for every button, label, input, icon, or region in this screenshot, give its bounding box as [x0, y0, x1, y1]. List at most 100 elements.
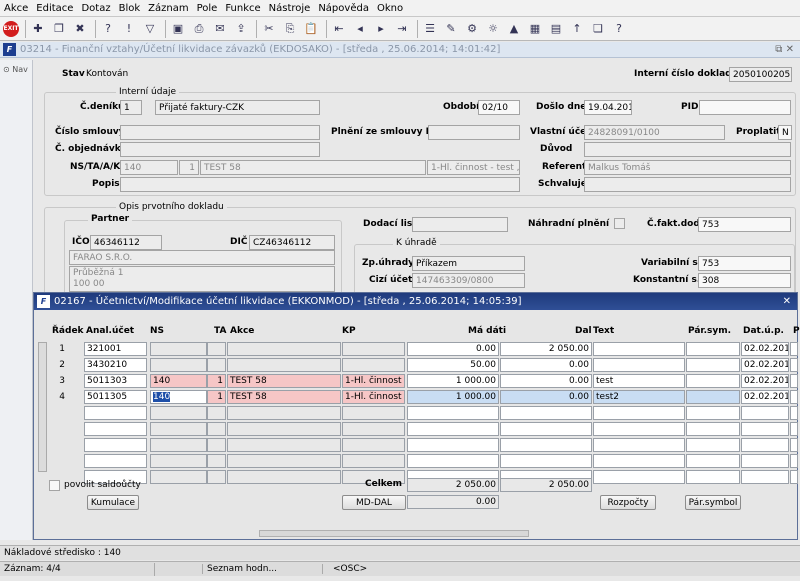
grid-cell-akce[interactable] — [227, 358, 341, 372]
menu-funkce[interactable]: Funkce — [221, 3, 264, 14]
grid-cell-md[interactable]: 1 000.00 — [407, 374, 499, 388]
grid-cell-ns[interactable]: 140… — [150, 390, 218, 404]
grid-cell-text[interactable]: test — [593, 374, 685, 388]
vs-field[interactable]: 753 — [698, 256, 791, 271]
grid-cell-kp[interactable] — [342, 454, 405, 468]
cdeniku-field[interactable]: 1 — [120, 100, 142, 115]
first-record-icon[interactable]: ⇤ — [330, 20, 348, 38]
help-icon[interactable]: ? — [610, 20, 628, 38]
execute-query-icon[interactable]: ! — [120, 20, 138, 38]
menu-editace[interactable]: Editace — [32, 3, 77, 14]
grid-cell-pp[interactable] — [790, 374, 798, 388]
arrow-up-icon[interactable]: ↑ — [568, 20, 586, 38]
grid-cell-pp[interactable] — [790, 342, 798, 356]
cobj-field[interactable] — [120, 142, 320, 157]
schvaluje-field[interactable] — [584, 177, 791, 192]
ks-field[interactable]: 308 — [698, 273, 791, 288]
dodaci-field[interactable] — [412, 217, 508, 232]
grid-cell-dal[interactable]: 0.00 — [500, 390, 592, 404]
close-icon[interactable]: ✕ — [783, 296, 791, 307]
grid-cell-md[interactable] — [407, 454, 499, 468]
grid-cell-ta[interactable] — [207, 454, 226, 468]
grid-cell-ns[interactable] — [150, 406, 207, 420]
grid-cell-ucet[interactable] — [84, 422, 147, 436]
grid-cell-pp[interactable] — [790, 390, 798, 404]
menu-pole[interactable]: Pole — [193, 3, 222, 14]
parsymbol-button[interactable]: Pár.symbol — [685, 495, 741, 510]
povolit-checkbox[interactable] — [49, 480, 60, 491]
grid-cell-ta[interactable]: 1 — [207, 374, 226, 388]
grid-cell-ucet[interactable]: 3430210 — [84, 358, 147, 372]
mail-icon[interactable]: ✉ — [211, 20, 229, 38]
grid-cell-ucet[interactable]: 5011305 — [84, 390, 147, 404]
ta-field[interactable]: 1 — [179, 160, 199, 175]
grid-cell-pp[interactable] — [790, 438, 798, 452]
mddal-button[interactable]: MD-DAL — [342, 495, 406, 510]
grid-cell-par[interactable] — [686, 406, 740, 420]
grid-cell-dat[interactable] — [741, 470, 789, 484]
kp-field[interactable]: 1-Hl. činnost - test , bbb — [427, 160, 520, 175]
interni-cislo-field[interactable]: 2050100205 — [729, 67, 792, 82]
obdobi-field[interactable]: 02/10 — [478, 100, 520, 115]
grid-cell-par[interactable] — [686, 454, 740, 468]
filter-icon[interactable]: ▽ — [141, 20, 159, 38]
duvod-field[interactable] — [584, 142, 791, 157]
grid-cell-ucet[interactable] — [84, 406, 147, 420]
grid-cell-text[interactable] — [593, 438, 685, 452]
grid-cell-dat[interactable]: 02.02.2010 — [741, 358, 789, 372]
grid-cell-akce[interactable]: TEST 58 — [227, 390, 341, 404]
grid-cell-pp[interactable] — [790, 470, 798, 484]
grid-cell-text[interactable] — [593, 422, 685, 436]
pid-field[interactable] — [699, 100, 791, 115]
grid-cell-text[interactable] — [593, 406, 685, 420]
grid-cell-dal[interactable]: 2 050.00 — [500, 342, 592, 356]
grid-cell-md[interactable] — [407, 422, 499, 436]
a-field[interactable]: TEST 58 — [200, 160, 426, 175]
grid-scrollbar[interactable] — [38, 342, 47, 472]
grid-cell-dat[interactable] — [741, 422, 789, 436]
last-record-icon[interactable]: ⇥ — [393, 20, 411, 38]
grid-cell-akce[interactable]: TEST 58 — [227, 374, 341, 388]
horizontal-scrollbar[interactable] — [259, 530, 529, 537]
menu-dotaz[interactable]: Dotaz — [77, 3, 114, 14]
grid-cell-par[interactable] — [686, 358, 740, 372]
plneni-field[interactable] — [428, 125, 520, 140]
grid-cell-dat[interactable] — [741, 438, 789, 452]
grid-cell-ta[interactable] — [207, 470, 226, 484]
grid-cell-md[interactable]: 0.00 — [407, 342, 499, 356]
grid-cell-dal[interactable] — [500, 422, 592, 436]
calendar-icon[interactable]: ▤ — [547, 20, 565, 38]
exit-icon[interactable]: EXIT — [3, 20, 19, 37]
grid-cell-ucet[interactable] — [84, 454, 147, 468]
firma-field[interactable]: FARAO S.R.O. — [69, 250, 335, 265]
grid-cell-ns[interactable] — [150, 470, 207, 484]
grid-cell-dal[interactable] — [500, 454, 592, 468]
triangle-icon[interactable]: ▲ — [505, 20, 523, 38]
grid-cell-text[interactable] — [593, 454, 685, 468]
doslo-field[interactable]: 19.04.2010 — [584, 100, 632, 115]
grid-cell-ucet[interactable]: 321001 — [84, 342, 147, 356]
next-record-icon[interactable]: ▸ — [372, 20, 390, 38]
grid-cell-akce[interactable] — [227, 342, 341, 356]
insert-record-icon[interactable]: ✚ — [29, 20, 47, 38]
export-icon[interactable]: ⇪ — [232, 20, 250, 38]
sun-icon[interactable]: ☼ — [484, 20, 502, 38]
copy-icon[interactable]: ⎘ — [281, 20, 299, 38]
grid-cell-text[interactable] — [593, 342, 685, 356]
menu-zaznam[interactable]: Záznam — [144, 3, 192, 14]
cdeniku-name-field[interactable]: Přijaté faktury-CZK — [155, 100, 320, 115]
grid-cell-md[interactable]: 1 000.00 — [407, 390, 499, 404]
grid-cell-dat[interactable]: 02.02.2010 — [741, 342, 789, 356]
menu-nastroje[interactable]: Nástroje — [265, 3, 315, 14]
grid-cell-par[interactable] — [686, 390, 740, 404]
grid-cell-kp[interactable] — [342, 342, 405, 356]
grid-cell-ta[interactable]: 1 — [207, 390, 226, 404]
grid-cell-kp[interactable] — [342, 406, 405, 420]
cizi-field[interactable]: 147463309/0800 — [412, 273, 525, 288]
cislo-smlouvy-field[interactable] — [120, 125, 320, 140]
calculator-icon[interactable]: ▦ — [526, 20, 544, 38]
grid-cell-ns[interactable] — [150, 342, 207, 356]
grid-cell-akce[interactable] — [227, 438, 341, 452]
delete-record-icon[interactable]: ✖ — [71, 20, 89, 38]
grid-cell-kp[interactable]: 1-Hl. činnost - te — [342, 390, 405, 404]
